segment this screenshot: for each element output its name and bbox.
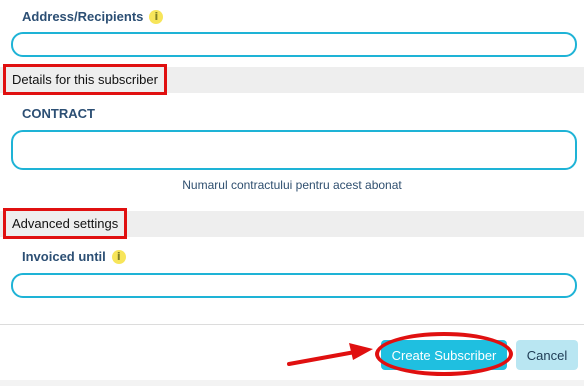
contract-label-group: CONTRACT bbox=[22, 106, 95, 121]
advanced-section-title: Advanced settings bbox=[3, 208, 128, 239]
create-subscriber-button[interactable]: Create Subscriber bbox=[381, 340, 507, 370]
invoiced-label: Invoiced until bbox=[22, 249, 106, 264]
bottom-strip bbox=[0, 380, 584, 386]
address-input[interactable] bbox=[11, 32, 577, 57]
info-icon[interactable]: i bbox=[149, 9, 164, 24]
contract-label: CONTRACT bbox=[22, 106, 95, 121]
contract-help-text: Numarul contractului pentru acest abonat bbox=[182, 178, 402, 192]
invoiced-input[interactable] bbox=[11, 273, 577, 298]
address-label-group: Address/Recipients i bbox=[22, 9, 164, 24]
cancel-button[interactable]: Cancel bbox=[516, 340, 578, 370]
annotation-arrow-icon bbox=[287, 343, 373, 366]
address-label: Address/Recipients bbox=[22, 9, 144, 24]
contract-input[interactable] bbox=[11, 130, 577, 170]
details-section-title: Details for this subscriber bbox=[3, 64, 167, 95]
info-icon[interactable]: i bbox=[111, 249, 126, 264]
footer-divider bbox=[0, 324, 584, 325]
invoiced-label-group: Invoiced until i bbox=[22, 249, 126, 264]
